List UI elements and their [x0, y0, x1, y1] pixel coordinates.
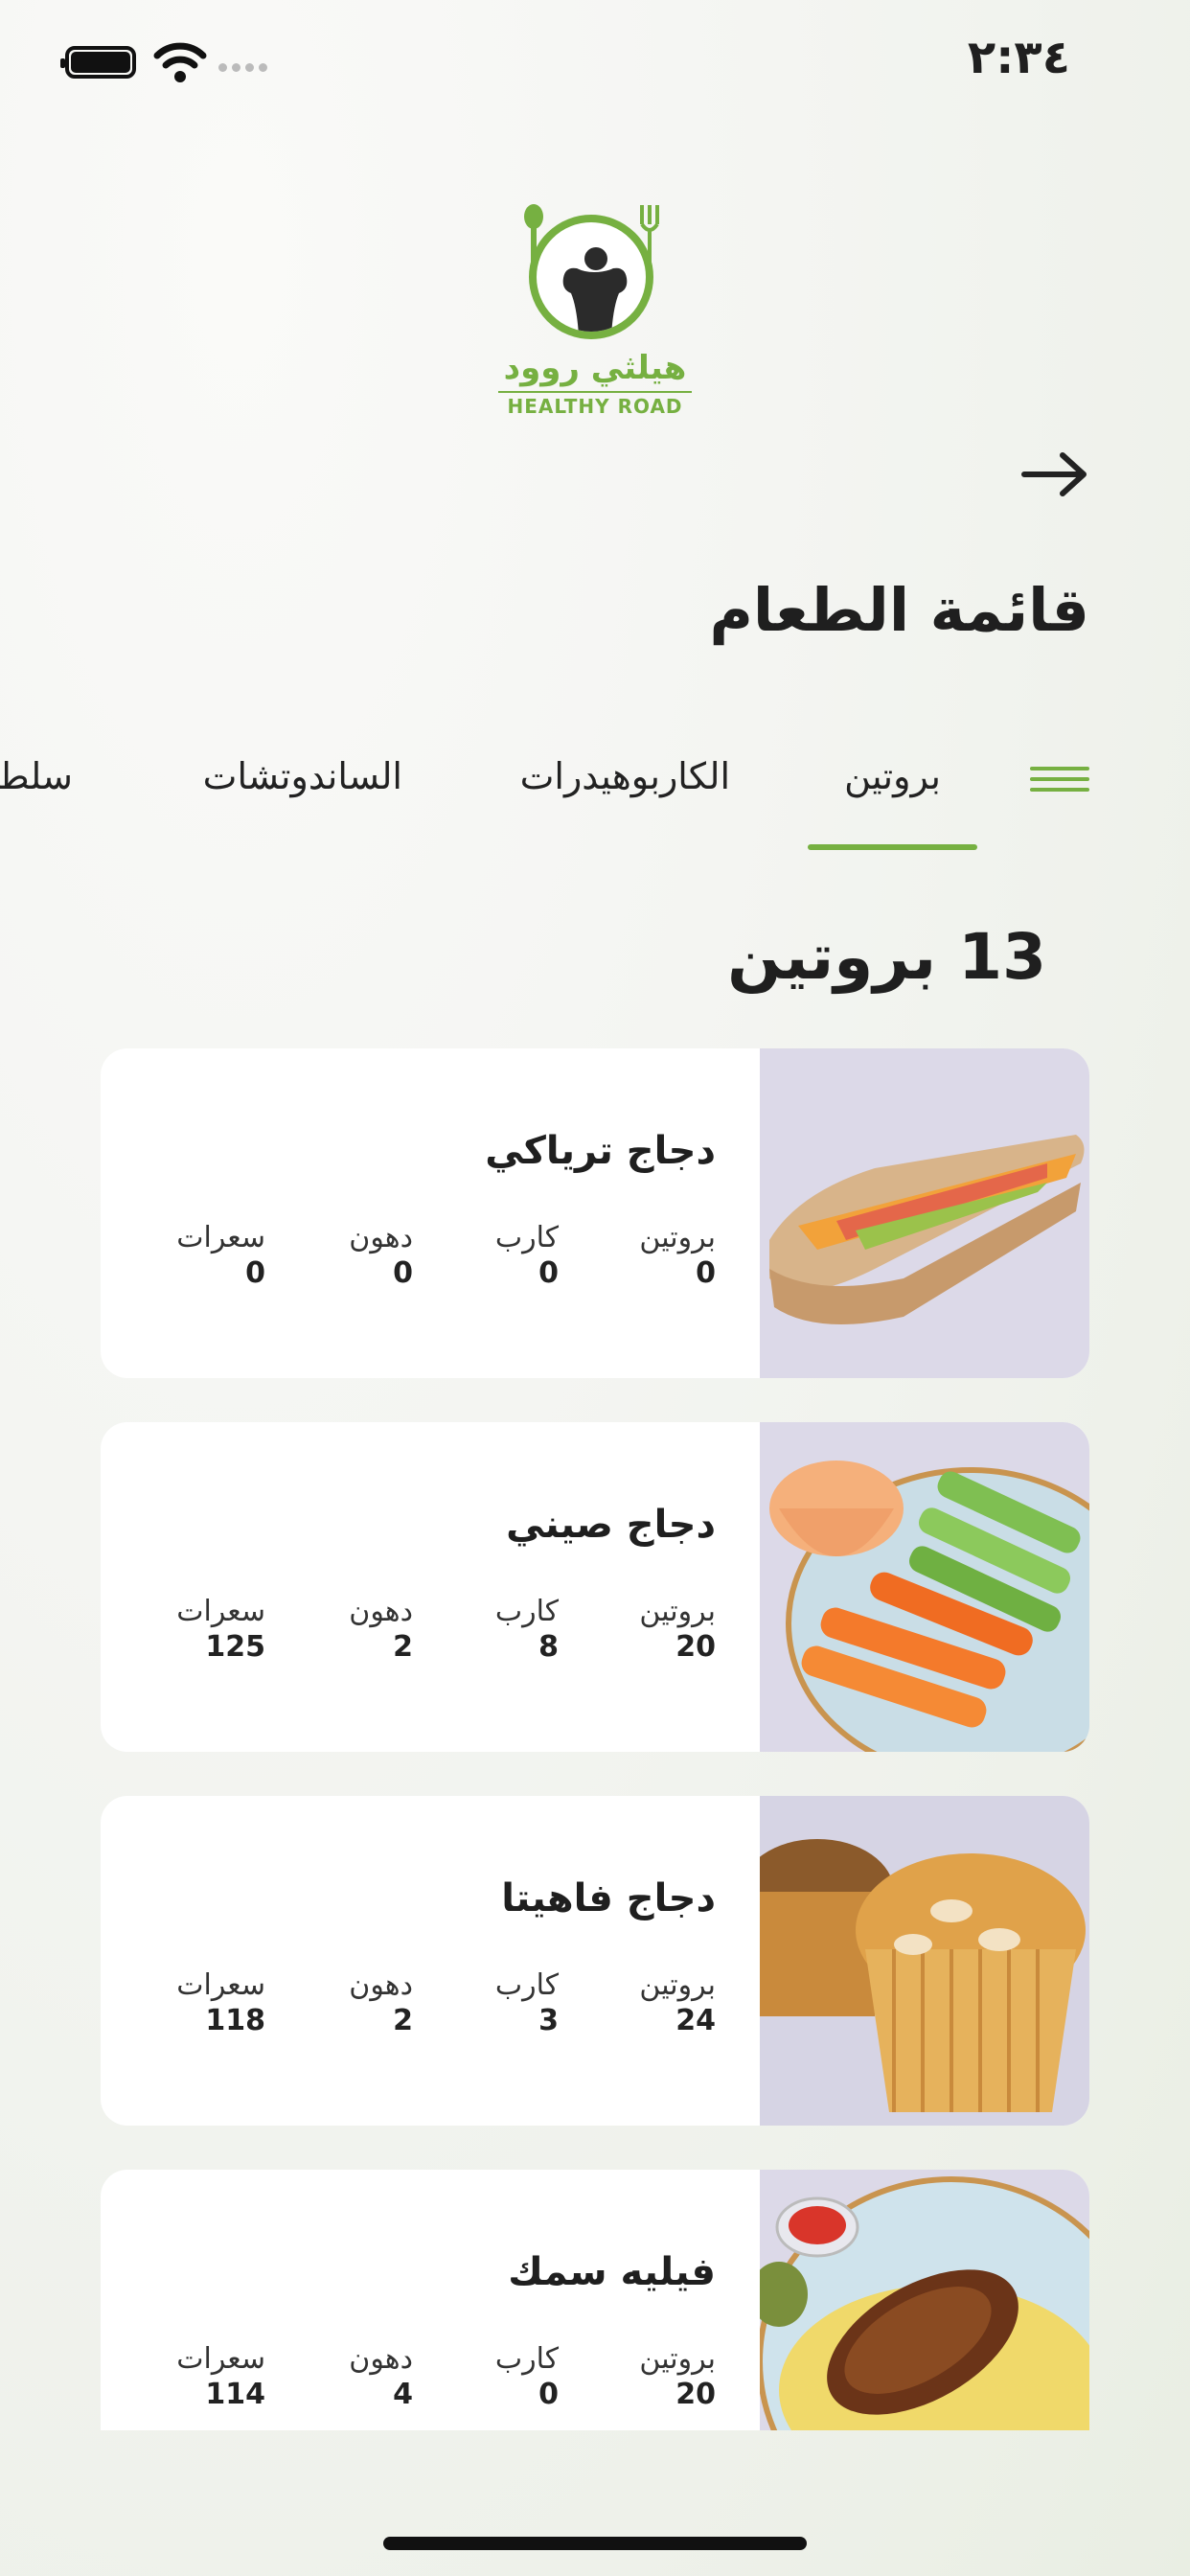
- protein-stat: بروتين 24: [639, 1968, 716, 2037]
- calories-stat: سعرات 118: [176, 1968, 265, 2037]
- bodybuilder-icon: [562, 247, 628, 332]
- item-name: دجاج فاهيتا: [501, 1876, 716, 1920]
- logo-arabic-text: هيلثي روود: [503, 349, 687, 387]
- muffin-photo: [760, 1796, 1089, 2126]
- logo-english-text: HEALTHY ROAD: [498, 391, 692, 418]
- menu-items-list: دجاج ترياكي بروتين 0 كارب 0 دهون 0 سعرات…: [101, 1048, 1089, 2430]
- fat-stat: دهون 4: [349, 2342, 413, 2411]
- tab-protein[interactable]: بروتين: [808, 755, 977, 850]
- cellular-signal-icon: [218, 63, 267, 72]
- menu-item-card[interactable]: دجاج ترياكي بروتين 0 كارب 0 دهون 0 سعرات…: [101, 1048, 1089, 1378]
- brand-logo: هيلثي روود HEALTHY ROAD: [498, 203, 692, 418]
- protein-stat: بروتين 20: [639, 1595, 716, 1664]
- menu-item-card[interactable]: دجاج فاهيتا بروتين 24 كارب 3 دهون 2 سعرا…: [101, 1796, 1089, 2126]
- tab-carbohydrates[interactable]: الكاربوهيدرات: [520, 755, 730, 797]
- item-name: فيليه سمك: [508, 2250, 716, 2294]
- status-time: ٢:٣٤: [967, 31, 1070, 84]
- item-name: دجاج ترياكي: [485, 1129, 716, 1173]
- fish-rice-photo: [760, 2170, 1089, 2430]
- fat-stat: دهون 0: [349, 1221, 413, 1290]
- item-name: دجاج صيني: [506, 1503, 716, 1547]
- protein-stat: بروتين 0: [639, 1221, 716, 1290]
- back-arrow-icon[interactable]: [1020, 450, 1089, 498]
- tab-sandwiches[interactable]: الساندوتشات: [203, 755, 402, 797]
- carb-stat: كارب 0: [494, 1221, 559, 1290]
- tab-salads[interactable]: سلطات: [0, 755, 73, 797]
- fork-icon: [640, 205, 659, 268]
- carb-stat: كارب 0: [494, 2342, 559, 2411]
- carb-stat: كارب 3: [494, 1968, 559, 2037]
- veggies-dip-photo: [760, 1422, 1089, 1752]
- category-tabs: بروتين الكاربوهيدرات الساندوتشات سلطات: [0, 738, 1190, 853]
- section-title: 13 بروتين: [727, 920, 1046, 994]
- fat-stat: دهون 2: [349, 1595, 413, 1664]
- wifi-icon: [153, 42, 207, 82]
- protein-stat: بروتين 20: [639, 2342, 716, 2411]
- status-bar: ٢:٣٤: [0, 0, 1190, 125]
- battery-icon: [60, 46, 136, 79]
- menu-item-card[interactable]: دجاج صيني بروتين 20 كارب 8 دهون 2 سعرات …: [101, 1422, 1089, 1752]
- sandwich-photo: [760, 1048, 1089, 1378]
- menu-item-card[interactable]: فيليه سمك بروتين 20 كارب 0 دهون 4 سعرات …: [101, 2170, 1089, 2430]
- page-title: قائمة الطعام: [709, 575, 1089, 645]
- spoon-icon: [524, 204, 543, 268]
- menu-icon[interactable]: [1030, 767, 1089, 795]
- calories-stat: سعرات 114: [176, 2342, 265, 2411]
- home-indicator[interactable]: [383, 2537, 807, 2550]
- calories-stat: سعرات 0: [176, 1221, 265, 1290]
- calories-stat: سعرات 125: [176, 1595, 265, 1664]
- fat-stat: دهون 2: [349, 1968, 413, 2037]
- carb-stat: كارب 8: [494, 1595, 559, 1664]
